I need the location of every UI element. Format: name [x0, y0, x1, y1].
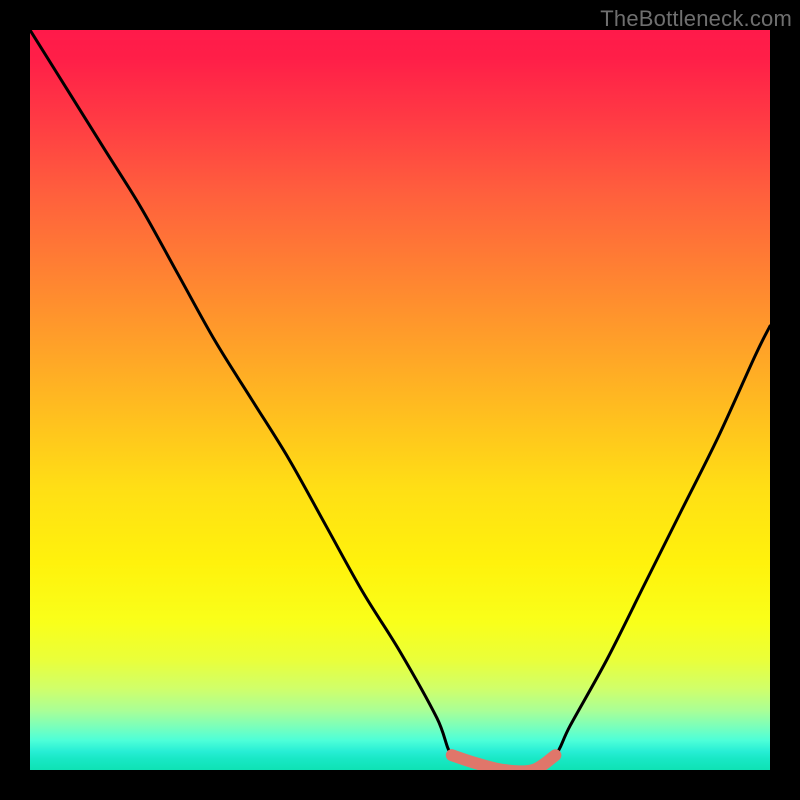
- bottleneck-chart: TheBottleneck.com: [0, 0, 800, 800]
- plot-area: [30, 30, 770, 770]
- bottleneck-curve-path: [30, 30, 770, 770]
- watermark-text: TheBottleneck.com: [600, 6, 792, 32]
- optimal-range-marker-path: [452, 755, 556, 770]
- curve-svg: [30, 30, 770, 770]
